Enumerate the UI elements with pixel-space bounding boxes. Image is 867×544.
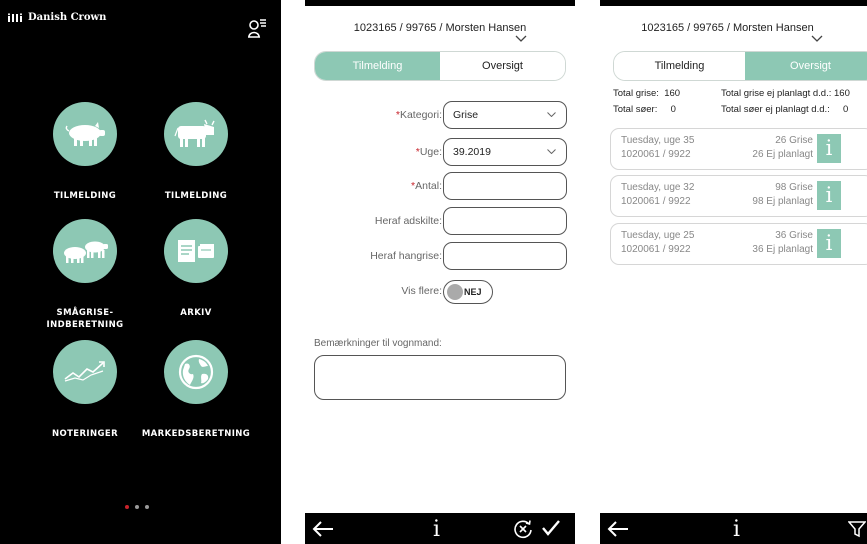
info-icon[interactable]: i — [817, 181, 841, 210]
brand-logo: Danish Crown — [8, 12, 106, 23]
field-label: Heraf adskilte: — [374, 215, 442, 227]
field-label: *Kategori: — [395, 109, 442, 121]
field-row-uge: *Uge: 39.2019 — [305, 138, 575, 166]
status-bar — [600, 0, 867, 6]
field-label: *Antal: — [411, 180, 442, 192]
page-dot[interactable] — [125, 505, 129, 509]
tab-tilmelding[interactable]: Tilmelding — [315, 52, 440, 80]
tab-switcher: Tilmelding Oversigt — [314, 51, 566, 81]
chevron-down-icon — [547, 149, 556, 154]
field-row-vis-flere: Vis flere: NEJ — [305, 280, 575, 308]
supplier-header[interactable]: 1023165 / 99765 / Morsten Hansen — [305, 22, 575, 34]
info-icon[interactable]: i — [433, 517, 440, 542]
filter-icon[interactable] — [848, 520, 866, 538]
tile-tilmelding-pigs[interactable]: TILMELDING — [30, 102, 140, 202]
tile-smagrise-indberetning[interactable]: SMÅGRISE- INDBERETNING — [30, 219, 140, 331]
tile-arkiv[interactable]: ARKIV — [141, 219, 251, 319]
globe-icon — [178, 354, 214, 390]
vis-flere-toggle[interactable]: NEJ — [443, 280, 493, 304]
piglets-icon — [64, 241, 108, 263]
field-row-kategori: *Kategori: Grise — [305, 101, 575, 129]
field-row-adskilte: Heraf adskilte: — [305, 207, 575, 235]
field-label: *Uge: — [415, 146, 442, 158]
field-row-antal: *Antal: — [305, 172, 575, 200]
bottom-toolbar: i — [305, 513, 575, 544]
antal-input[interactable] — [443, 172, 567, 200]
cow-icon — [174, 119, 215, 147]
checkmark-icon[interactable] — [541, 519, 561, 537]
page-dot[interactable] — [145, 505, 149, 509]
trend-chart-icon — [64, 361, 105, 382]
total-grise-ej-planlagt: Total grise ej planlagt d.d.: 160 — [721, 88, 850, 99]
bottom-toolbar: i — [600, 513, 867, 544]
tab-tilmelding[interactable]: Tilmelding — [614, 52, 745, 80]
tab-oversigt[interactable]: Oversigt — [745, 52, 867, 80]
pig-icon — [65, 122, 105, 146]
remarks-label: Bemærkninger til vognmand: — [314, 338, 442, 349]
total-soer: Total søer: 0 — [613, 104, 676, 115]
info-icon[interactable]: i — [817, 134, 841, 163]
field-row-hangrise: Heraf hangrise: — [305, 242, 575, 270]
tile-label: NOTERINGER — [51, 429, 119, 439]
tile-label: TILMELDING — [53, 191, 117, 201]
user-menu-icon[interactable] — [248, 18, 266, 38]
back-arrow-icon[interactable] — [312, 521, 334, 537]
tile-noteringer[interactable]: NOTERINGER — [30, 340, 140, 440]
home-screen: Danish Crown TILMELDING TILMELDING SMÅGR… — [0, 0, 281, 544]
tile-label: ARKIV — [180, 308, 212, 318]
tab-switcher: Tilmelding Oversigt — [613, 51, 867, 81]
status-bar — [305, 0, 575, 6]
info-icon[interactable]: i — [733, 517, 740, 542]
overview-screen: 1023165 / 99765 / Morsten Hansen Tilmeld… — [600, 0, 867, 544]
list-item[interactable]: Tuesday, uge 25 1020061 / 9922 36 Grise … — [610, 223, 867, 265]
supplier-header[interactable]: 1023165 / 99765 / Morsten Hansen — [600, 22, 855, 34]
list-item[interactable]: Tuesday, uge 32 1020061 / 9922 98 Grise … — [610, 175, 867, 217]
total-grise: Total grise: 160 — [613, 88, 681, 99]
kategori-select[interactable]: Grise — [443, 101, 567, 129]
field-label: Heraf hangrise: — [370, 250, 442, 262]
info-icon[interactable]: i — [817, 229, 841, 258]
adskilte-input[interactable] — [443, 207, 567, 235]
tile-tilmelding-cattle[interactable]: TILMELDING — [141, 102, 251, 202]
back-arrow-icon[interactable] — [607, 521, 629, 537]
crown-icon — [8, 13, 22, 22]
brand-name: Danish Crown — [28, 12, 107, 23]
page-indicator — [125, 505, 149, 509]
tile-markedsberetning[interactable]: MARKEDSBERETNING — [141, 340, 251, 440]
tile-label: TILMELDING — [164, 191, 228, 201]
chevron-down-icon[interactable] — [515, 35, 527, 42]
uge-select[interactable]: 39.2019 — [443, 138, 567, 166]
page-dot[interactable] — [135, 505, 139, 509]
chevron-down-icon — [547, 112, 556, 117]
registration-form-screen: 1023165 / 99765 / Morsten Hansen Tilmeld… — [305, 0, 575, 544]
archive-icon — [178, 240, 214, 262]
list-item[interactable]: Tuesday, uge 35 1020061 / 9922 26 Grise … — [610, 128, 867, 170]
total-soer-ej-planlagt: Total søer ej planlagt d.d.: 0 — [721, 104, 849, 115]
field-label: Vis flere: — [401, 285, 442, 297]
tile-label: SMÅGRISE- INDBERETNING — [46, 308, 124, 330]
hangrise-input[interactable] — [443, 242, 567, 270]
chevron-down-icon[interactable] — [811, 35, 823, 42]
remarks-textarea[interactable] — [314, 355, 566, 400]
tab-oversigt[interactable]: Oversigt — [440, 52, 565, 80]
toggle-knob — [447, 284, 463, 300]
cancel-circle-icon[interactable] — [513, 519, 533, 539]
tile-label: MARKEDSBERETNING — [141, 429, 251, 439]
